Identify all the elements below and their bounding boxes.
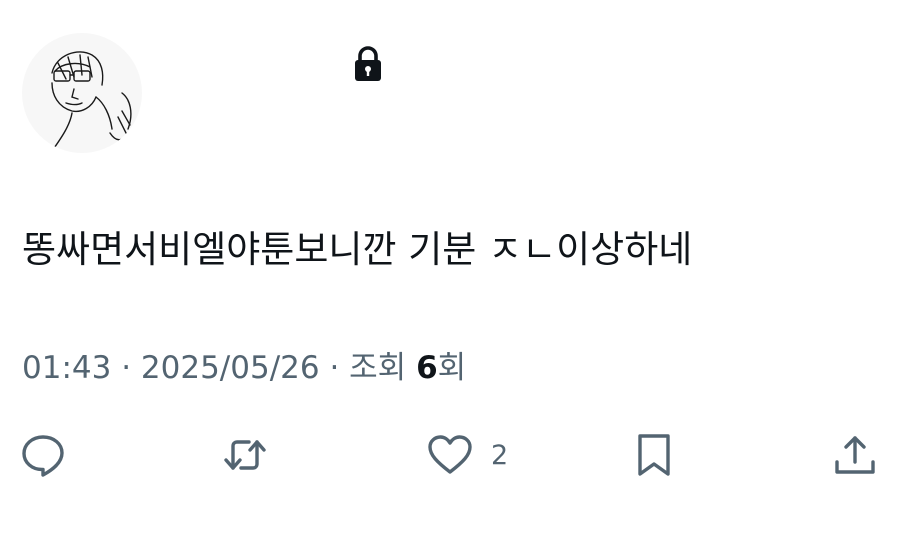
share-button[interactable] [832, 432, 878, 478]
lock-icon [352, 46, 384, 82]
share-icon [835, 436, 875, 474]
retweet-icon [224, 440, 266, 470]
meta-separator: · [319, 350, 350, 386]
like-count: 2 [491, 439, 509, 471]
bookmark-icon [638, 434, 670, 476]
sketch-portrait-avatar [51, 51, 132, 152]
reply-button[interactable] [20, 432, 66, 478]
reply-icon [22, 435, 64, 477]
views-suffix: 회 [437, 350, 467, 386]
like-button[interactable]: 2 [427, 432, 508, 478]
retweet-button[interactable] [222, 432, 268, 478]
tweet-date[interactable]: 2025/05/26 [141, 350, 320, 386]
views-label: 조회 [349, 350, 417, 386]
meta-separator: · [111, 350, 141, 386]
tweet-time[interactable]: 01:43 [22, 350, 111, 386]
tweet-text: 똥싸면서비엘야툰보니깐 기분 ㅈㄴ이상하네 [22, 228, 693, 271]
avatar[interactable] [22, 33, 142, 153]
tweet-metadata: 01:43 · 2025/05/26 · 조회 6회 [22, 344, 466, 392]
views-count: 6 [416, 350, 438, 386]
bookmark-button[interactable] [631, 432, 677, 478]
heart-icon [428, 435, 472, 474]
